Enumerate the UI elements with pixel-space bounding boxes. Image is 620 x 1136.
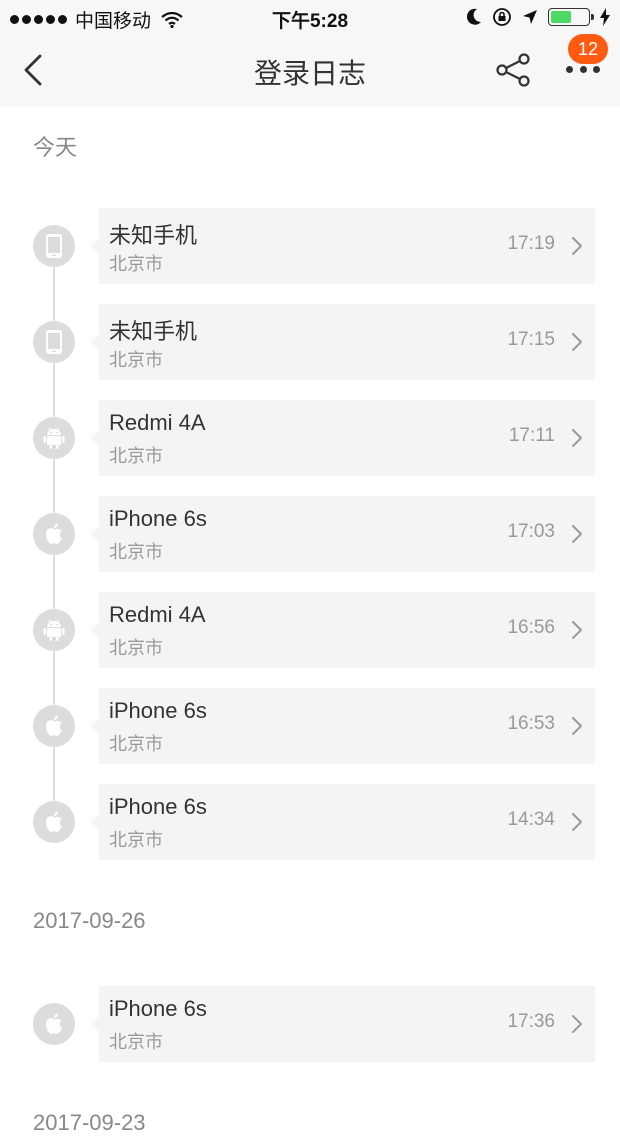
- android-icon: [33, 609, 75, 651]
- battery-fill: [551, 11, 571, 23]
- chevron-right-icon: [572, 333, 582, 351]
- charging-bolt-icon: [600, 8, 610, 26]
- status-bar: 中国移动 下午5:28: [0, 0, 620, 34]
- android-icon: [33, 417, 75, 459]
- chevron-right-icon: [572, 1015, 582, 1033]
- login-location: 北京市: [109, 830, 163, 850]
- battery-icon: [548, 8, 594, 26]
- phone-icon: [33, 321, 75, 363]
- login-location: 北京市: [109, 734, 163, 754]
- chevron-right-icon: [572, 813, 582, 831]
- section-header: 2017-09-26: [33, 908, 146, 933]
- login-time: 16:53: [507, 713, 555, 734]
- apple-icon: [33, 801, 75, 843]
- device-name: iPhone 6s: [109, 794, 207, 819]
- login-time: 14:34: [507, 809, 555, 830]
- device-name: Redmi 4A: [109, 602, 206, 627]
- log-entry[interactable]: iPhone 6s 北京市 17:36: [0, 986, 620, 1062]
- more-dots-icon[interactable]: [566, 66, 600, 76]
- device-name: iPhone 6s: [109, 506, 207, 531]
- log-entry[interactable]: Redmi 4A 北京市 17:11: [0, 400, 620, 476]
- login-location: 北京市: [109, 254, 163, 274]
- apple-icon: [33, 1003, 75, 1045]
- login-location: 北京市: [109, 542, 163, 562]
- log-entry[interactable]: iPhone 6s 北京市 17:03: [0, 496, 620, 572]
- login-location: 北京市: [109, 350, 163, 370]
- log-entry[interactable]: Redmi 4A 北京市 16:56: [0, 592, 620, 668]
- phone-icon: [33, 225, 75, 267]
- device-name: Redmi 4A: [109, 410, 206, 435]
- device-name: iPhone 6s: [109, 698, 207, 723]
- log-entry-card[interactable]: 未知手机北京市 17:15: [91, 304, 595, 380]
- login-time: 16:56: [507, 617, 555, 638]
- log-entry[interactable]: iPhone 6s 北京市 14:34: [0, 784, 620, 860]
- log-entry[interactable]: 未知手机北京市 17:15: [0, 304, 620, 380]
- login-time: 17:19: [507, 233, 555, 254]
- log-entry-card[interactable]: Redmi 4A 北京市 16:56: [91, 592, 595, 668]
- apple-icon: [33, 513, 75, 555]
- rotation-lock-icon: [493, 8, 511, 26]
- login-location: 北京市: [109, 446, 163, 466]
- chevron-right-icon: [572, 717, 582, 735]
- moon-icon: [466, 8, 481, 25]
- login-time: 17:15: [507, 329, 555, 350]
- apple-icon: [33, 705, 75, 747]
- log-entry[interactable]: 未知手机北京市 17:19: [0, 208, 620, 284]
- chevron-right-icon: [572, 621, 582, 639]
- section-header: 今天: [33, 135, 78, 160]
- log-entry-card[interactable]: Redmi 4A 北京市 17:11: [91, 400, 595, 476]
- log-entry-card[interactable]: iPhone 6s 北京市 16:53: [91, 688, 595, 764]
- share-icon[interactable]: [494, 52, 532, 88]
- chevron-right-icon: [572, 429, 582, 447]
- section-header: 2017-09-23: [33, 1110, 146, 1135]
- log-entry-card[interactable]: iPhone 6s 北京市 14:34: [91, 784, 595, 860]
- log-entry[interactable]: iPhone 6s 北京市 16:53: [0, 688, 620, 764]
- log-entry-card[interactable]: iPhone 6s 北京市 17:36: [91, 986, 595, 1062]
- log-entry-card[interactable]: 未知手机北京市 17:19: [91, 208, 595, 284]
- login-location: 北京市: [109, 638, 163, 658]
- log-entry-card[interactable]: iPhone 6s 北京市 17:03: [91, 496, 595, 572]
- login-time: 17:11: [508, 425, 555, 446]
- device-name: 未知手机: [109, 319, 198, 344]
- notification-badge: 12: [568, 34, 608, 64]
- login-location: 北京市: [109, 1032, 163, 1052]
- chevron-right-icon: [572, 525, 582, 543]
- nav-bar: 登录日志 12: [0, 34, 620, 106]
- login-time: 17:03: [507, 521, 555, 542]
- location-arrow-icon: [523, 10, 537, 24]
- device-name: 未知手机: [109, 223, 198, 248]
- chevron-right-icon: [572, 237, 582, 255]
- login-time: 17:36: [507, 1011, 555, 1032]
- status-right: [466, 7, 610, 27]
- device-name: iPhone 6s: [109, 996, 207, 1021]
